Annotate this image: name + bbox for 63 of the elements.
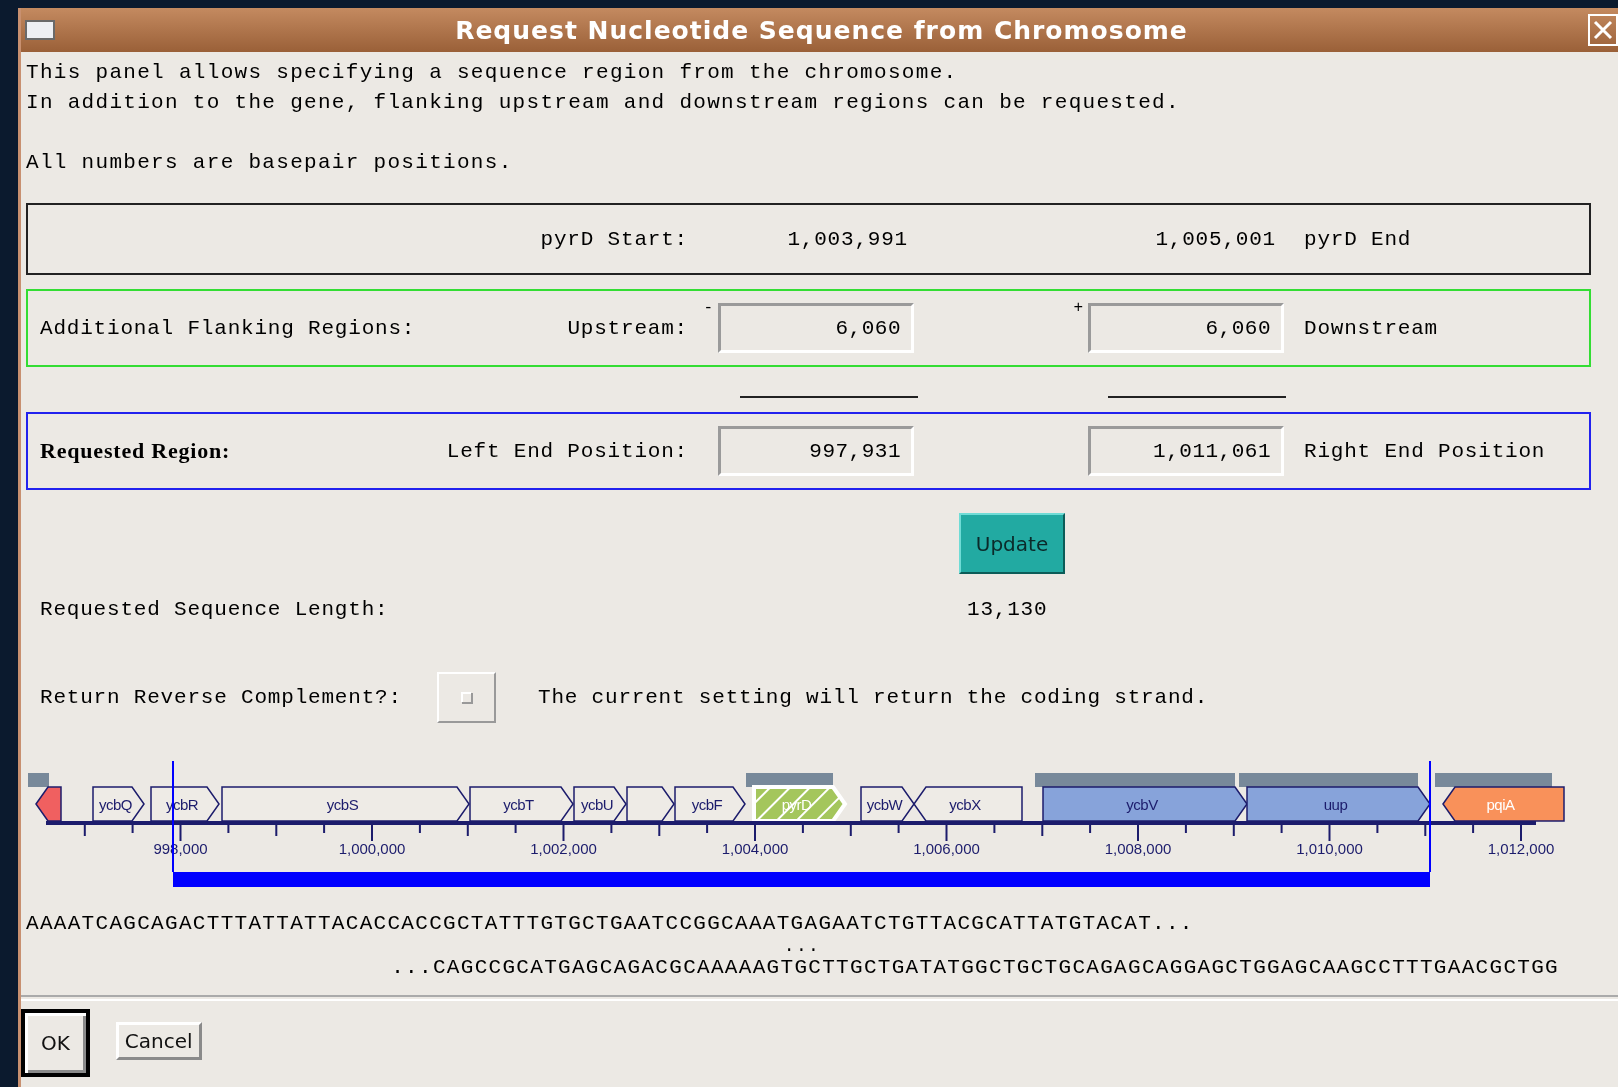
downstream-label: Downstream bbox=[1303, 316, 1440, 340]
gene-label: ycbQ bbox=[99, 796, 132, 813]
intro-text: In addition to the gene, flanking upstream and downstream regions can be requested. bbox=[26, 90, 1181, 116]
intro-text: This panel allows specifying a sequence region from the chromosome. bbox=[26, 60, 959, 86]
gene-label: ycbX bbox=[949, 796, 981, 813]
inset-square-icon bbox=[460, 691, 473, 704]
gene-arrow[interactable] bbox=[626, 786, 675, 822]
plus-sign: + bbox=[1072, 298, 1085, 317]
gene-label: ycbT bbox=[503, 796, 534, 813]
downstream-field[interactable]: 6,060 bbox=[1088, 303, 1284, 353]
upstream-field[interactable]: 6,060 bbox=[718, 303, 914, 353]
axis-label: 1,004,000 bbox=[721, 840, 789, 857]
strand-note: The current setting will return the coding strand. bbox=[538, 686, 1209, 709]
reverse-complement-label: Return Reverse Complement?: bbox=[39, 686, 403, 709]
ok-button[interactable]: OK bbox=[21, 1009, 90, 1077]
region-marker-line[interactable] bbox=[172, 761, 174, 872]
gene-arrow[interactable] bbox=[1042, 786, 1248, 822]
region-label: Requested Region: bbox=[39, 438, 232, 464]
gene-label: ycbW bbox=[866, 796, 903, 813]
gene-arrow[interactable] bbox=[674, 786, 746, 822]
sequence-end: ...CAGCCGCATGAGCAGACGCAAAAAGTGCTTGCTGATATGGCTGCTGCAGAGCAGGAGCTGGAGCAAGCCTTTGAACGCTGG bbox=[391, 956, 1559, 979]
gene-label: pqiA bbox=[1486, 796, 1515, 813]
axis-label: 1,006,000 bbox=[913, 840, 980, 857]
axis-label: 1,002,000 bbox=[530, 840, 597, 857]
window-menu-icon[interactable] bbox=[25, 20, 55, 40]
right-end-field[interactable]: 1,011,061 bbox=[1088, 426, 1284, 476]
gene-arrow[interactable] bbox=[92, 786, 145, 822]
gene-arrow[interactable] bbox=[35, 786, 62, 822]
gene-arrow[interactable] bbox=[573, 786, 627, 822]
axis-label: 1,008,000 bbox=[1104, 840, 1172, 857]
sequence-gap: ... bbox=[783, 936, 821, 956]
gene-arrow[interactable] bbox=[469, 786, 574, 822]
gene-arrow[interactable] bbox=[1246, 786, 1431, 822]
gene-end-value: 1,005,001 bbox=[1154, 227, 1277, 251]
region-marker-line[interactable] bbox=[1429, 761, 1431, 872]
sequence-start: AAAATCAGCAGACTTTATTATTACACCACCGCTATTTGTGCTGAATCCGGCAAATGAGAATCTGTTACGCATTATGTACAT... bbox=[26, 912, 1194, 935]
window-title: Request Nucleotide Sequence from Chromosome bbox=[454, 15, 1189, 45]
axis-label: 1,010,000 bbox=[1296, 840, 1363, 857]
gene-arrow[interactable] bbox=[1442, 786, 1565, 822]
gene-label: ycbV bbox=[1126, 796, 1158, 813]
gene-arrow[interactable] bbox=[860, 786, 915, 822]
gene-label: ycbS bbox=[326, 796, 359, 813]
flanking-label: Additional Flanking Regions: bbox=[39, 316, 417, 340]
axis-label: 1,000,000 bbox=[338, 840, 406, 857]
gene-label: uup bbox=[1323, 796, 1348, 813]
right-end-label: Right End Position bbox=[1303, 439, 1547, 463]
intro-text: All numbers are basepair positions. bbox=[26, 150, 514, 176]
cancel-button[interactable]: Cancel bbox=[115, 1022, 202, 1060]
length-value: 13,130 bbox=[967, 597, 1048, 621]
gene-start-value: 1,003,991 bbox=[786, 227, 909, 251]
gene-label: ycbF bbox=[691, 796, 723, 813]
gene-start-label: pyrD Start: bbox=[539, 227, 688, 251]
length-label: Requested Sequence Length: bbox=[39, 597, 390, 621]
upstream-label: Upstream: bbox=[566, 316, 688, 340]
update-button[interactable]: Update bbox=[959, 513, 1065, 574]
axis-label: 1,012,000 bbox=[1487, 840, 1555, 857]
left-end-label: Left End Position: bbox=[445, 439, 688, 463]
left-end-field[interactable]: 997,931 bbox=[718, 426, 914, 476]
gene-label: ycbU bbox=[580, 796, 614, 813]
gene-end-label: pyrD End bbox=[1303, 227, 1413, 251]
close-icon[interactable] bbox=[1588, 14, 1618, 46]
reverse-complement-checkbox[interactable] bbox=[437, 672, 496, 723]
minus-sign: - bbox=[702, 298, 715, 317]
